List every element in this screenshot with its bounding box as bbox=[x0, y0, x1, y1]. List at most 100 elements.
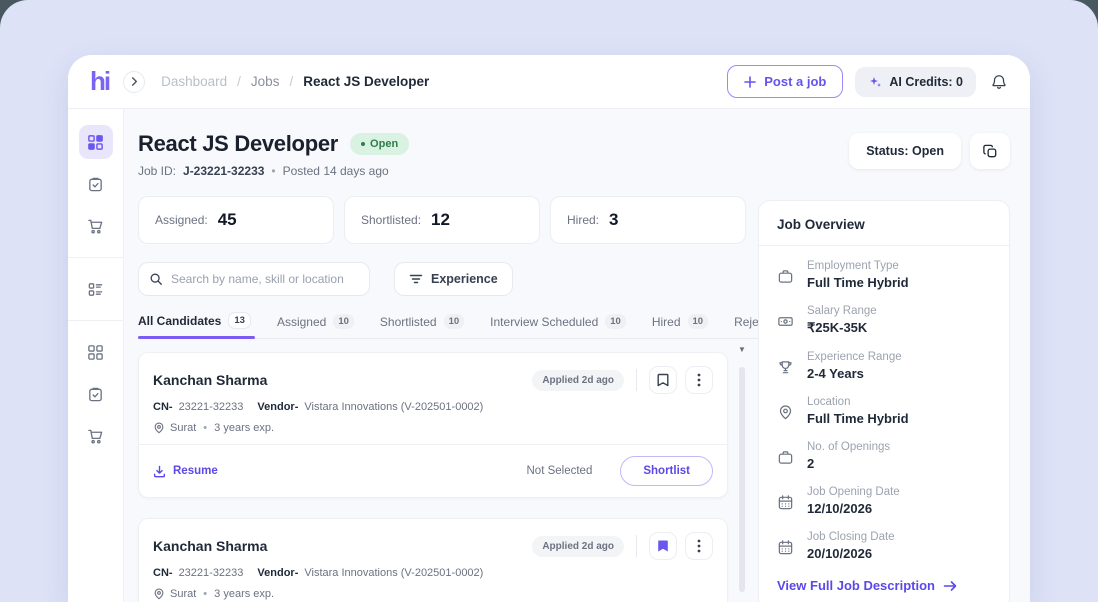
tab-count-badge: 10 bbox=[333, 314, 354, 329]
sidebar-item-forms[interactable] bbox=[79, 272, 113, 306]
bookmark-button[interactable] bbox=[649, 532, 677, 560]
sidebar-item-tasks[interactable] bbox=[79, 377, 113, 411]
scroll-arrow-icon[interactable]: ▼ bbox=[737, 345, 747, 355]
cn-value: 23221-32233 bbox=[178, 567, 244, 579]
sidebar-divider bbox=[68, 257, 124, 258]
overview-field-location: Location Full Time Hybrid bbox=[777, 396, 991, 426]
applied-badge: Applied 2d ago bbox=[532, 369, 624, 391]
main-content: React JS Developer Open Job ID: J-23221-… bbox=[124, 109, 1030, 602]
breadcrumb-current: React JS Developer bbox=[303, 74, 430, 89]
bookmark-filled-icon bbox=[658, 540, 668, 552]
sidebar-item-dashboard[interactable] bbox=[78, 125, 113, 159]
candidate-experience: 3 years exp. bbox=[214, 588, 275, 600]
tab-hired[interactable]: Hired 10 bbox=[652, 314, 709, 329]
applied-badge: Applied 2d ago bbox=[532, 535, 624, 557]
candidate-list: Kanchan Sharma Applied 2d ago CN- 23221-… bbox=[138, 352, 728, 602]
filter-lines-icon bbox=[409, 274, 423, 284]
briefcase-icon bbox=[778, 270, 793, 283]
kebab-menu-icon bbox=[697, 373, 701, 387]
candidate-card: Kanchan Sharma Applied 2d ago CN- 23221-… bbox=[138, 518, 728, 602]
search-icon bbox=[150, 273, 162, 285]
view-full-job-description-link[interactable]: View Full Job Description bbox=[777, 578, 991, 593]
breadcrumb: Dashboard / Jobs / React JS Developer bbox=[161, 74, 429, 89]
job-id-value: J-23221-32233 bbox=[183, 164, 265, 178]
briefcase-icon bbox=[778, 451, 793, 464]
vendor-label: Vendor- bbox=[257, 401, 299, 413]
bookmark-button[interactable] bbox=[649, 366, 677, 394]
clipboard-check-icon bbox=[89, 177, 102, 191]
calendar-icon bbox=[778, 495, 793, 510]
vendor-label: Vendor- bbox=[257, 567, 299, 579]
stat-hired: Hired: 3 bbox=[550, 196, 746, 244]
candidate-meta: CN- 23221-32233 Vendor- Vistara Innovati… bbox=[153, 567, 713, 579]
breadcrumb-jobs[interactable]: Jobs bbox=[251, 74, 280, 89]
post-a-job-button[interactable]: Post a job bbox=[727, 65, 844, 98]
list-detail-icon bbox=[88, 282, 103, 296]
map-pin-icon bbox=[154, 588, 164, 600]
sidebar-item-assignments[interactable] bbox=[79, 167, 113, 201]
breadcrumb-separator: / bbox=[237, 74, 241, 89]
candidate-search bbox=[138, 262, 370, 296]
overview-field-employment-type: Employment Type Full Time Hybrid bbox=[777, 260, 991, 290]
overview-field-experience-range: Experience Range 2-4 Years bbox=[777, 351, 991, 381]
cn-value: 23221-32233 bbox=[178, 401, 244, 413]
tab-count-badge: 10 bbox=[687, 314, 709, 329]
sidebar-item-marketplace[interactable] bbox=[79, 209, 113, 243]
plus-icon bbox=[744, 75, 757, 88]
resume-download-link[interactable]: Resume bbox=[153, 465, 218, 478]
app-window: hi Dashboard / Jobs / React JS Developer… bbox=[68, 55, 1030, 602]
calendar-icon bbox=[778, 540, 793, 555]
sidebar-item-apps[interactable] bbox=[79, 335, 113, 369]
stats-row: Assigned: 45 Shortlisted: 12 Hired: 3 bbox=[138, 196, 746, 244]
panel-title: Job Overview bbox=[759, 201, 1009, 246]
left-sidebar bbox=[68, 109, 124, 602]
tab-count-badge: 13 bbox=[228, 312, 251, 329]
job-id-label: Job ID: bbox=[138, 164, 177, 178]
more-options-button[interactable] bbox=[685, 366, 713, 394]
breadcrumb-separator: / bbox=[289, 74, 294, 89]
page-title: React JS Developer bbox=[138, 131, 339, 156]
overview-field-openings: No. of Openings 2 bbox=[777, 441, 991, 471]
scrollbar-thumb[interactable] bbox=[739, 367, 745, 592]
sidebar-item-orders[interactable] bbox=[79, 419, 113, 453]
selection-status: Not Selected bbox=[526, 465, 593, 477]
candidate-experience: 3 years exp. bbox=[214, 422, 275, 434]
cart-icon bbox=[88, 429, 103, 443]
sidebar-collapse-button[interactable] bbox=[123, 70, 146, 93]
cn-label: CN- bbox=[153, 567, 173, 579]
breadcrumb-dashboard[interactable]: Dashboard bbox=[161, 74, 227, 89]
status-open-button[interactable]: Status: Open bbox=[849, 133, 961, 169]
ai-credits-badge[interactable]: AI Credits: 0 bbox=[855, 66, 976, 97]
sidebar-divider bbox=[68, 320, 124, 321]
candidate-location: Surat bbox=[170, 588, 197, 600]
grid-icon bbox=[88, 134, 103, 150]
cn-label: CN- bbox=[153, 401, 173, 413]
tab-all-candidates[interactable]: All Candidates 13 bbox=[138, 312, 255, 339]
shortlist-button[interactable]: Shortlist bbox=[620, 456, 713, 486]
notifications-button[interactable] bbox=[990, 73, 1008, 91]
tab-shortlisted[interactable]: Shortlisted 10 bbox=[380, 314, 465, 329]
candidate-location: Surat bbox=[170, 422, 197, 434]
top-header: hi Dashboard / Jobs / React JS Developer… bbox=[68, 55, 1030, 109]
copy-job-button[interactable] bbox=[970, 133, 1010, 169]
stat-assigned: Assigned: 45 bbox=[138, 196, 334, 244]
stat-shortlisted: Shortlisted: 12 bbox=[344, 196, 540, 244]
candidate-card: Kanchan Sharma Applied 2d ago CN- 23221-… bbox=[138, 352, 728, 498]
bell-icon bbox=[992, 74, 1006, 89]
overview-field-salary-range: Salary Range ₹25K-35K bbox=[777, 305, 991, 336]
experience-filter-button[interactable]: Experience bbox=[394, 262, 513, 296]
trophy-icon bbox=[779, 361, 792, 374]
divider bbox=[636, 369, 637, 391]
grid-icon bbox=[88, 344, 103, 360]
more-options-button[interactable] bbox=[685, 532, 713, 560]
job-overview-panel: Job Overview Employment Type Full Time H… bbox=[758, 200, 1010, 602]
tab-interview-scheduled[interactable]: Interview Scheduled 10 bbox=[490, 314, 626, 329]
search-input[interactable] bbox=[171, 272, 359, 286]
arrow-right-icon bbox=[943, 580, 957, 591]
copy-icon bbox=[982, 144, 996, 157]
tab-assigned[interactable]: Assigned 10 bbox=[277, 314, 354, 329]
overview-field-closing-date: Job Closing Date 20/10/2026 bbox=[777, 531, 991, 561]
list-scrollbar[interactable]: ▼ bbox=[737, 345, 747, 602]
job-open-badge: Open bbox=[350, 133, 410, 155]
candidate-location-row: Surat • 3 years exp. bbox=[153, 422, 713, 434]
